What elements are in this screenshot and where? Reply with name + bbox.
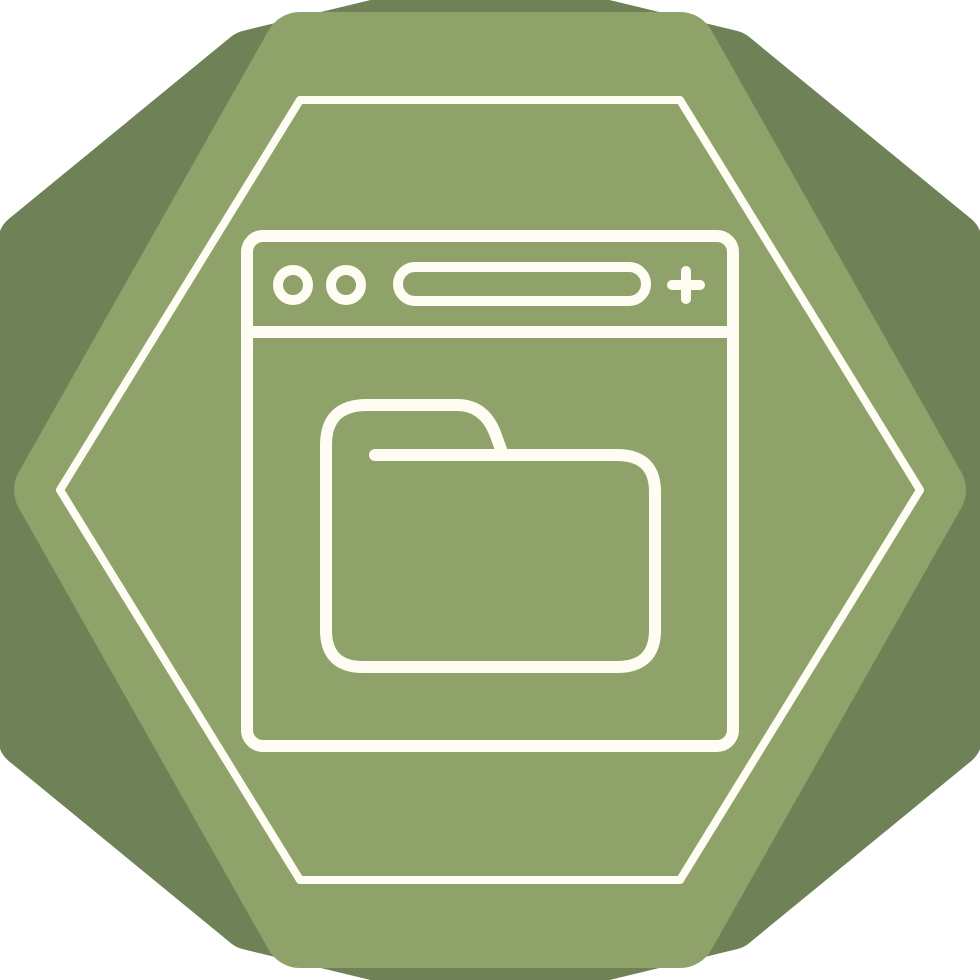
icon-canvas (0, 0, 980, 980)
browser-folder-badge-icon (0, 0, 980, 980)
